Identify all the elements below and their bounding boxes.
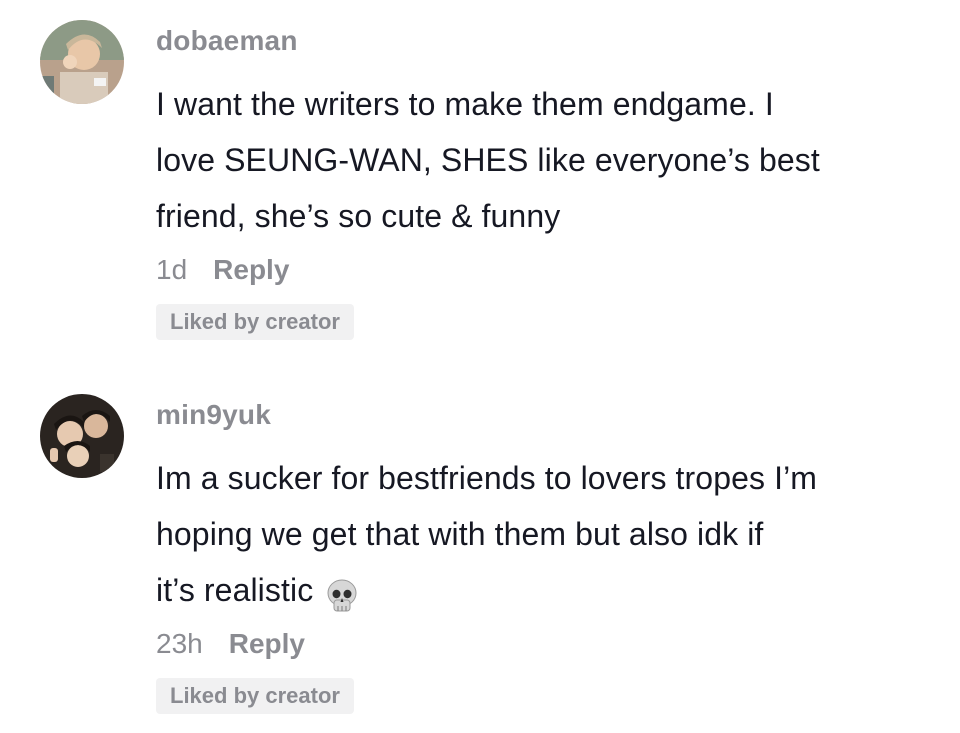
skull-icon (325, 575, 359, 612)
comment-text-line: Im a sucker for bestfriends to lovers tr… (156, 460, 818, 496)
comment-text-line: friend, she’s so cute & funny (156, 198, 561, 234)
comment-meta: 23h Reply (156, 624, 940, 664)
reply-button[interactable]: Reply (229, 628, 305, 660)
avatar[interactable] (40, 394, 124, 478)
reply-button[interactable]: Reply (213, 254, 289, 286)
liked-by-creator-badge: Liked by creator (156, 304, 354, 340)
avatar-image (40, 394, 124, 478)
avatar[interactable] (40, 20, 124, 104)
timestamp: 23h (156, 628, 203, 659)
timestamp: 1d (156, 254, 188, 285)
username[interactable]: dobaeman (156, 24, 940, 58)
comment-text: I want the writers to make them endgame.… (156, 76, 940, 244)
comment-text-line: it’s realistic (156, 562, 940, 618)
comment-text-line: love SEUNG-WAN, SHES like everyone’s bes… (156, 142, 820, 178)
username[interactable]: min9yuk (156, 398, 940, 432)
liked-by-creator-badge: Liked by creator (156, 678, 354, 714)
comment-meta: 1d Reply (156, 250, 940, 290)
comment-text-line: hoping we get that with them but also id… (156, 516, 764, 552)
comment-text: Im a sucker for bestfriends to lovers tr… (156, 450, 940, 618)
comment-text-line: I want the writers to make them endgame.… (156, 86, 774, 122)
avatar-image (40, 20, 124, 104)
comment-text-last-part: it’s realistic (156, 572, 314, 608)
